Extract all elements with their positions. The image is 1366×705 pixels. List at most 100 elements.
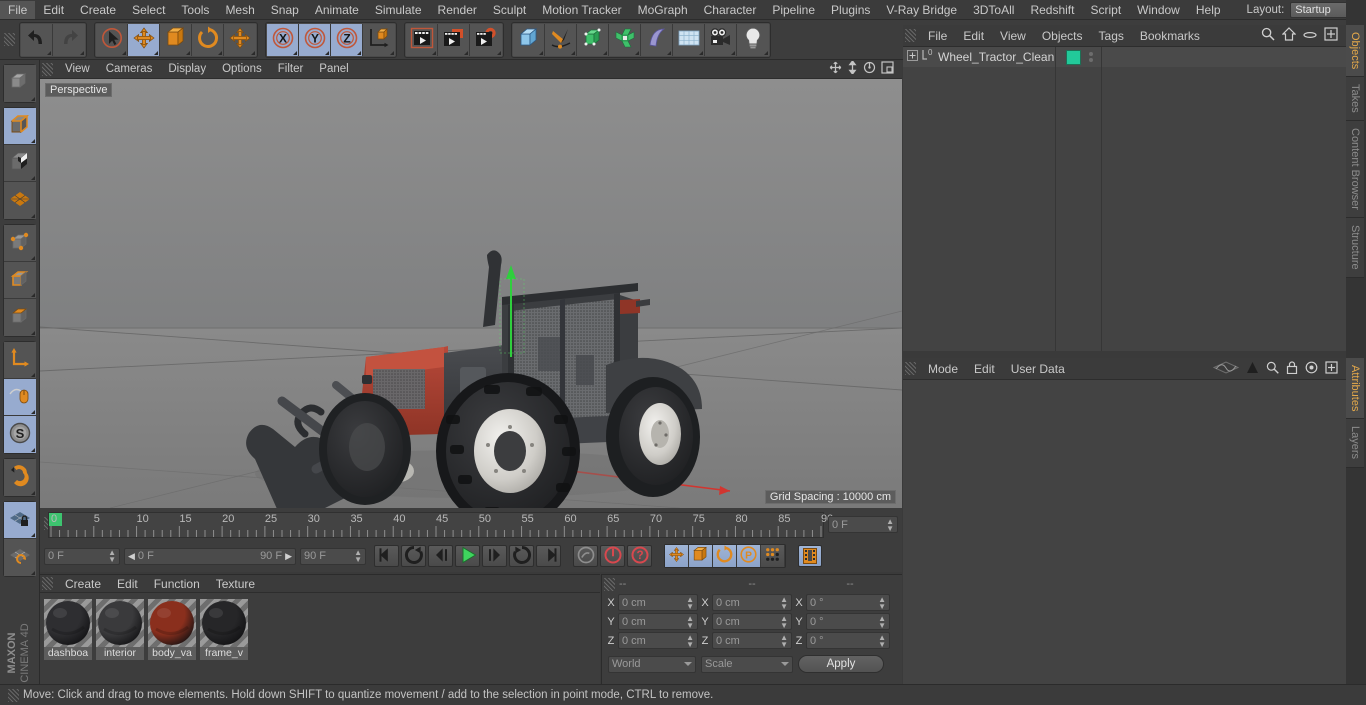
range-left-arrow-icon[interactable]: ◀ [128,551,135,562]
menu-tools[interactable]: Tools [173,1,217,19]
coord-position-field[interactable]: 0 cm ▲ ▼ [618,632,698,649]
move2-button[interactable] [224,23,256,56]
status-badge[interactable] [1066,49,1082,65]
menu-sculpt[interactable]: Sculpt [485,1,534,19]
timeline-frame-field-right[interactable]: 0 F ▲ ▼ [828,516,898,533]
coord-size-field[interactable]: 0 cm ▲ ▼ [712,632,792,649]
coord-size-field[interactable]: 0 cm ▲ ▼ [712,613,792,630]
material-item[interactable]: frame_v [200,599,248,660]
viewport-3d[interactable]: Perspective Grid Spacing : 10000 cm [40,79,902,508]
material-menu-texture[interactable]: Texture [208,575,263,593]
attribute-menu-user-data[interactable]: User Data [1003,360,1073,378]
spinner-icon[interactable]: ▲ ▼ [878,595,886,610]
key-point-button[interactable] [761,545,785,567]
tab-content-browser[interactable]: Content Browser [1346,121,1364,218]
material-menu-create[interactable]: Create [57,575,109,593]
coord-rotation-field[interactable]: 0 ° ▲ ▼ [806,613,890,630]
spline-pen-button[interactable] [545,23,577,56]
menu-pipeline[interactable]: Pipeline [764,1,823,19]
spinner-icon[interactable]: ▲ ▼ [878,614,886,629]
viewport-menu-filter[interactable]: Filter [270,61,312,77]
texture-mode-button[interactable] [4,145,36,182]
toolbar-grip[interactable] [4,33,15,46]
frame-range-slider[interactable]: ◀ 0 F 90 F ▶ [124,547,296,565]
viewport-menu-view[interactable]: View [57,61,98,77]
viewport-menu-display[interactable]: Display [160,61,214,77]
goto-end-button[interactable] [536,545,561,567]
coord-rotation-field[interactable]: 0 ° ▲ ▼ [806,594,890,611]
menu-file[interactable]: File [0,0,36,19]
coordinate-grip[interactable] [604,577,615,591]
preview-end-field[interactable]: 90 F ▲ ▼ [300,547,366,565]
play-button[interactable] [455,545,480,567]
object-menu-file[interactable]: File [920,27,955,45]
coord-apply-button[interactable]: Apply [798,655,884,673]
fullscreen-icon[interactable] [1324,27,1338,44]
snap-toggle-button[interactable]: S [4,416,36,453]
model-mode-button[interactable] [4,108,36,145]
material-menu-edit[interactable]: Edit [109,575,146,593]
pan-icon[interactable] [829,61,842,77]
range-right-arrow-icon[interactable]: ▶ [285,551,292,562]
tab-layers[interactable]: Layers [1346,419,1364,468]
render-region-button[interactable] [438,23,470,56]
tab-attributes[interactable]: Attributes [1346,358,1364,420]
fullscreen-icon[interactable] [1325,360,1338,377]
current-frame-field[interactable]: 0 F ▲ ▼ [44,547,120,565]
y-axis-button[interactable]: Y [299,23,331,56]
material-preview-sphere[interactable] [200,599,248,647]
magnet-button[interactable] [4,459,36,496]
menu-simulate[interactable]: Simulate [367,1,430,19]
spinner-icon[interactable]: ▲ ▼ [108,549,116,564]
prev-key-button[interactable] [428,545,453,567]
menu-snap[interactable]: Snap [263,1,307,19]
spinner-icon[interactable]: ▲ ▼ [780,614,788,629]
spinner-icon[interactable]: ▲ ▼ [886,517,894,532]
keyframe-help-button[interactable]: ? [627,545,652,567]
edge-mode-button[interactable] [4,262,36,299]
coord-rotation-field[interactable]: 0 ° ▲ ▼ [806,632,890,649]
deformer-mode-button[interactable] [4,182,36,219]
attribute-grip[interactable] [905,362,916,375]
menu-animate[interactable]: Animate [307,1,367,19]
spinner-icon[interactable]: ▲ ▼ [686,614,694,629]
move-button[interactable] [128,23,160,56]
material-item[interactable]: body_va [148,599,196,660]
viewport-solo-button[interactable] [4,379,36,416]
scale-button[interactable] [160,23,192,56]
redo-button[interactable] [53,23,85,56]
key-param-button[interactable]: P [737,545,761,567]
world-object-button[interactable] [363,23,395,56]
dolly-icon[interactable] [847,59,858,77]
light-button[interactable] [737,23,769,56]
spinner-icon[interactable]: ▲ ▼ [780,595,788,610]
menu-redshift[interactable]: Redshift [1022,1,1082,19]
spinner-icon[interactable]: ▲ ▼ [686,633,694,648]
viewport-menu-panel[interactable]: Panel [311,61,356,77]
select-button[interactable] [96,23,128,56]
search-icon[interactable] [1266,361,1279,377]
menu-render[interactable]: Render [430,1,485,19]
spinner-icon[interactable]: ▲ ▼ [780,633,788,648]
attribute-menu-edit[interactable]: Edit [966,360,1003,378]
viewport-menu-options[interactable]: Options [214,61,270,77]
lock-icon[interactable] [1286,360,1298,377]
menu-v-ray-bridge[interactable]: V-Ray Bridge [878,1,965,19]
array-button[interactable] [609,23,641,56]
material-item[interactable]: dashboa [44,599,92,660]
undo-button[interactable] [21,23,53,56]
axis-mode-button[interactable] [4,342,36,379]
x-axis-button[interactable]: X [267,23,299,56]
viewport-grip[interactable] [42,62,53,76]
deformer-button[interactable] [641,23,673,56]
autokey-button[interactable] [573,545,598,567]
play-forward-loop-button[interactable] [509,545,534,567]
object-menu-edit[interactable]: Edit [955,27,992,45]
render-settings-button[interactable] [470,23,502,56]
menu-window[interactable]: Window [1129,1,1188,19]
object-menu-objects[interactable]: Objects [1034,27,1091,45]
attribute-menu-mode[interactable]: Mode [920,360,966,378]
coord-position-field[interactable]: 0 cm ▲ ▼ [618,613,698,630]
maximize-view-icon[interactable] [881,61,894,77]
status-grip[interactable] [8,688,19,702]
